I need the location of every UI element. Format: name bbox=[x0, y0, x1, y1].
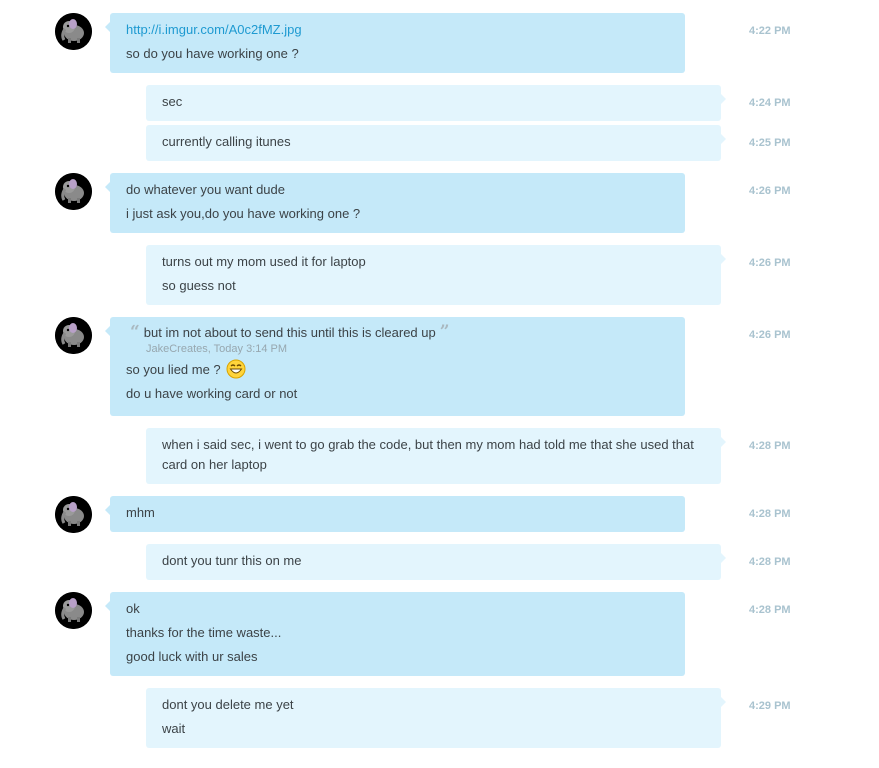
contact-avatar[interactable] bbox=[55, 173, 92, 210]
message-line: turns out my mom used it for laptop bbox=[162, 254, 366, 269]
message-timestamp: 4:25 PM bbox=[749, 137, 791, 149]
laughing-emoticon-icon bbox=[226, 359, 246, 379]
elephant-avatar-icon bbox=[55, 317, 92, 354]
message-bubble-incoming: ok thanks for the time waste... good luc… bbox=[105, 592, 685, 676]
message-bubble-incoming: http://i.imgur.com/A0c2fMZ.jpg so do you… bbox=[105, 13, 685, 73]
message-bubble-incoming: do whatever you want dude i just ask you… bbox=[105, 173, 685, 233]
message-bubble-outgoing: dont you delete me yet wait bbox=[146, 688, 726, 748]
message-timestamp: 4:26 PM bbox=[749, 329, 791, 341]
contact-avatar[interactable] bbox=[55, 317, 92, 354]
message-line: good luck with ur sales bbox=[126, 649, 258, 664]
message-timestamp: 4:28 PM bbox=[749, 440, 791, 452]
message-line: do whatever you want dude bbox=[126, 182, 285, 197]
message-line: do u have working card or not bbox=[126, 386, 298, 401]
message-line: so guess not bbox=[162, 278, 236, 293]
message-line: dont you delete me yet bbox=[162, 697, 294, 712]
quoted-message[interactable]: “ but im not about to send this until th… bbox=[130, 324, 669, 342]
message-line: wait bbox=[162, 721, 186, 736]
contact-avatar[interactable] bbox=[55, 496, 92, 533]
message-bubble-incoming: mhm bbox=[105, 496, 685, 532]
message-timestamp: 4:26 PM bbox=[749, 185, 791, 197]
message-timestamp: 4:22 PM bbox=[749, 25, 791, 37]
message-line: i just ask you,do you have working one ? bbox=[126, 206, 361, 221]
message-bubble-outgoing: when i said sec, i went to go grab the c… bbox=[146, 428, 726, 484]
elephant-avatar-icon bbox=[55, 13, 92, 50]
message-text: so you lied me ? bbox=[126, 362, 221, 377]
message-line: ok bbox=[126, 601, 140, 616]
message-line: mhm bbox=[126, 505, 155, 520]
elephant-avatar-icon bbox=[55, 592, 92, 629]
elephant-avatar-icon bbox=[55, 496, 92, 533]
quote-text: but im not about to send this until this… bbox=[143, 325, 436, 340]
message-line: so do you have working one ? bbox=[126, 46, 299, 61]
message-timestamp: 4:28 PM bbox=[749, 556, 791, 568]
message-line: dont you tunr this on me bbox=[162, 553, 302, 568]
message-bubble-outgoing: currently calling itunes bbox=[146, 125, 726, 161]
quote-open-icon: “ bbox=[130, 322, 140, 342]
message-timestamp: 4:26 PM bbox=[749, 257, 791, 269]
message-line: currently calling itunes bbox=[162, 134, 291, 149]
message-timestamp: 4:29 PM bbox=[749, 700, 791, 712]
quote-meta: JakeCreates, Today 3:14 PM bbox=[146, 343, 288, 355]
message-bubble-outgoing: dont you tunr this on me bbox=[146, 544, 726, 580]
message-timestamp: 4:24 PM bbox=[749, 97, 791, 109]
message-line: sec bbox=[162, 94, 183, 109]
image-link[interactable]: http://i.imgur.com/A0c2fMZ.jpg bbox=[126, 22, 302, 37]
message-line: http://i.imgur.com/A0c2fMZ.jpg bbox=[126, 20, 669, 40]
message-bubble-incoming: “ but im not about to send this until th… bbox=[105, 317, 685, 416]
elephant-avatar-icon bbox=[55, 173, 92, 210]
message-bubble-outgoing: sec bbox=[146, 85, 726, 121]
message-line: so you lied me ? bbox=[126, 359, 669, 380]
contact-avatar[interactable] bbox=[55, 592, 92, 629]
contact-avatar[interactable] bbox=[55, 13, 92, 50]
message-timestamp: 4:28 PM bbox=[749, 508, 791, 520]
quote-close-icon: ” bbox=[439, 322, 450, 342]
message-bubble-outgoing: turns out my mom used it for laptop so g… bbox=[146, 245, 726, 305]
message-line: when i said sec, i went to go grab the c… bbox=[162, 437, 694, 472]
message-timestamp: 4:28 PM bbox=[749, 604, 791, 616]
message-line: thanks for the time waste... bbox=[126, 625, 282, 640]
